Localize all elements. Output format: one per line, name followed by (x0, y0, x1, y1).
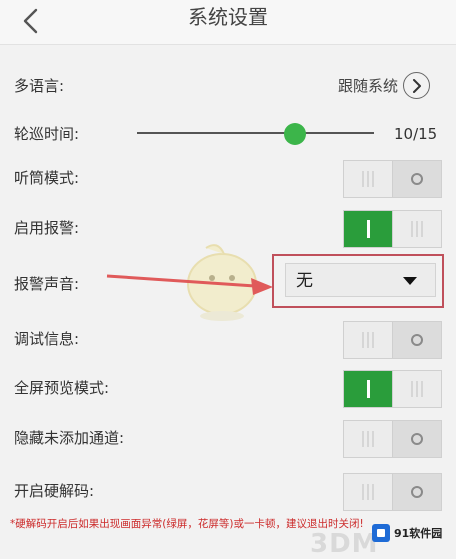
watermark-91-text: 91软件园 (394, 527, 443, 540)
watermark-3dm: 3DM (310, 529, 379, 559)
toggle-off-segment[interactable] (392, 371, 441, 407)
alarm-sound-value: 无 (296, 271, 313, 291)
toggle-off-segment[interactable] (392, 211, 441, 247)
watermark-91: 91软件园 (372, 520, 446, 546)
alarm-sound-label: 报警声音: (14, 275, 80, 293)
toggle-off-segment[interactable] (392, 421, 441, 457)
toggle-on-segment[interactable] (344, 474, 392, 510)
language-label: 多语言: (14, 77, 65, 95)
toggle-off-segment[interactable] (392, 474, 441, 510)
grip-icon (411, 381, 423, 397)
patrol-time-slider[interactable] (137, 123, 374, 145)
hide-channels-toggle[interactable] (343, 420, 442, 458)
language-arrow-button[interactable] (403, 72, 430, 99)
grip-icon (362, 431, 374, 447)
hw-decode-label: 开启硬解码: (14, 482, 95, 500)
top-bar: 系统设置 (0, 0, 456, 45)
toggle-on-segment[interactable] (344, 161, 392, 197)
patrol-time-row: 轮巡时间: 10/15 (0, 110, 456, 158)
toggle-on-segment[interactable] (344, 421, 392, 457)
watermark-logo-icon (372, 524, 390, 542)
earpiece-mode-label: 听筒模式: (14, 169, 80, 187)
enable-alarm-label: 启用报警: (14, 219, 80, 237)
hw-decode-toggle[interactable] (343, 473, 442, 511)
toggle-off-segment[interactable] (392, 161, 441, 197)
alarm-sound-highlight: 无 (272, 254, 444, 308)
chevron-right-circle-icon (412, 78, 421, 93)
fullscreen-preview-label: 全屏预览模式: (14, 379, 110, 397)
on-bar-icon (366, 220, 370, 238)
patrol-time-value: 10/15 (394, 125, 438, 143)
off-circle-icon (411, 433, 423, 445)
language-value: 跟随系统 (337, 77, 398, 95)
grip-icon (362, 332, 374, 348)
hw-decode-row: 开启硬解码: (0, 467, 456, 515)
toggle-on-segment[interactable] (344, 211, 392, 247)
page-title: 系统设置 (188, 5, 268, 29)
alarm-sound-select[interactable]: 无 (285, 263, 436, 297)
debug-info-toggle[interactable] (343, 321, 442, 359)
toggle-off-segment[interactable] (392, 322, 441, 358)
caret-down-icon (403, 277, 417, 285)
debug-info-row: 调试信息: (0, 315, 456, 363)
annotation-arrow (106, 274, 273, 295)
hide-channels-label: 隐藏未添加通道: (14, 429, 125, 447)
on-bar-icon (366, 380, 370, 398)
grip-icon (362, 484, 374, 500)
grip-icon (362, 171, 374, 187)
off-circle-icon (411, 334, 423, 346)
debug-info-label: 调试信息: (14, 330, 80, 348)
slider-thumb[interactable] (283, 123, 306, 145)
slider-track (137, 132, 374, 134)
fullscreen-preview-row: 全屏预览模式: (0, 364, 456, 412)
hide-channels-row: 隐藏未添加通道: (0, 414, 456, 462)
grip-icon (411, 221, 423, 237)
off-circle-icon (411, 486, 423, 498)
toggle-on-segment[interactable] (344, 371, 392, 407)
language-row[interactable]: 多语言: 跟随系统 (0, 62, 456, 110)
earpiece-mode-toggle[interactable] (343, 160, 442, 198)
toggle-on-segment[interactable] (344, 322, 392, 358)
fullscreen-preview-toggle[interactable] (343, 370, 442, 408)
patrol-time-label: 轮巡时间: (14, 125, 80, 143)
off-circle-icon (411, 173, 423, 185)
earpiece-mode-row: 听筒模式: (0, 154, 456, 202)
enable-alarm-toggle[interactable] (343, 210, 442, 248)
